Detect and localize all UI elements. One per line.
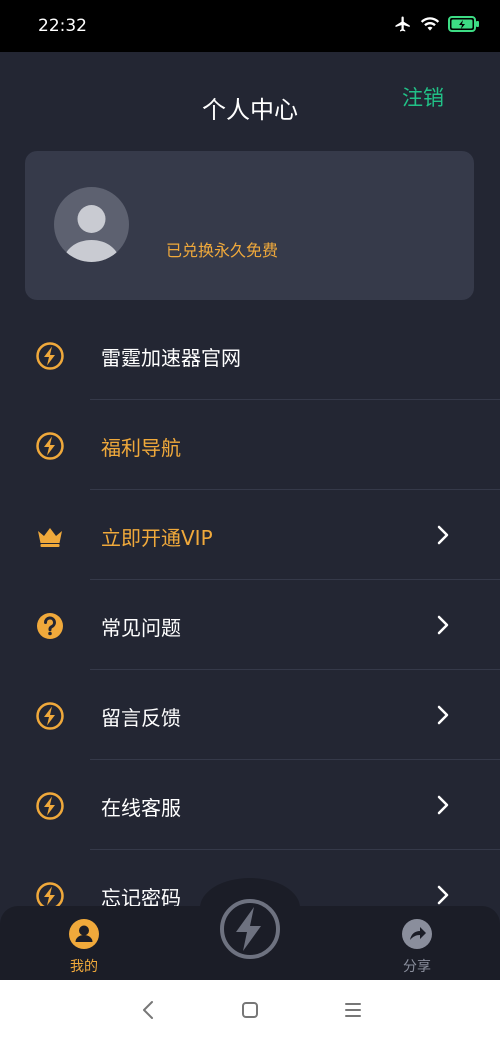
- menu-item-faq[interactable]: 常见问题: [0, 580, 500, 670]
- back-icon[interactable]: [137, 998, 161, 1022]
- chevron-right-icon: [436, 794, 450, 816]
- menu-item-customer-service[interactable]: 在线客服: [0, 760, 500, 850]
- tab-share[interactable]: 分享: [377, 914, 457, 980]
- header: 个人中心 注销: [0, 52, 500, 152]
- lightning-icon: [35, 431, 65, 461]
- wifi-icon: [420, 15, 440, 37]
- chevron-right-icon: [436, 524, 450, 546]
- system-nav-bar: [0, 980, 500, 1040]
- menu-item-label: 雷霆加速器官网: [101, 346, 241, 370]
- status-time: 22:32: [38, 16, 87, 36]
- lightning-icon: [35, 791, 65, 821]
- share-icon: [401, 918, 433, 950]
- lightning-icon: [35, 341, 65, 371]
- chevron-right-icon: [436, 704, 450, 726]
- menu-item-welfare-nav[interactable]: 福利导航: [0, 400, 500, 490]
- menu-item-official-site[interactable]: 雷霆加速器官网: [0, 310, 500, 400]
- menu-item-label: 在线客服: [101, 796, 181, 820]
- lightning-icon: [220, 899, 280, 959]
- home-icon[interactable]: [238, 998, 262, 1022]
- menu-item-vip[interactable]: 立即开通VIP: [0, 490, 500, 580]
- default-user-icon: [63, 205, 120, 262]
- avatar[interactable]: [54, 187, 129, 262]
- chevron-right-icon: [436, 884, 450, 906]
- status-icons: [394, 14, 480, 38]
- lightning-icon: [35, 701, 65, 731]
- tab-label: 我的: [70, 959, 98, 975]
- logout-button[interactable]: 注销: [402, 82, 444, 112]
- user-icon: [68, 918, 100, 950]
- status-bar: 22:32: [0, 0, 500, 52]
- battery-charging-icon: [448, 15, 480, 37]
- profile-card: 已兑换永久免费: [25, 151, 474, 300]
- menu-icon[interactable]: [341, 998, 365, 1022]
- menu-item-label: 常见问题: [101, 616, 181, 640]
- airplane-icon: [394, 15, 412, 37]
- membership-status: 已兑换永久免费: [166, 241, 279, 260]
- tab-mine[interactable]: 我的: [44, 914, 124, 980]
- center-accelerate-button[interactable]: [218, 897, 282, 961]
- menu-item-label: 立即开通VIP: [101, 526, 213, 550]
- tab-label: 分享: [403, 959, 431, 975]
- chevron-right-icon: [436, 614, 450, 636]
- menu-item-label: 福利导航: [101, 436, 181, 460]
- crown-icon: [35, 521, 65, 551]
- menu-item-label: 留言反馈: [101, 706, 181, 730]
- question-icon: [35, 611, 65, 641]
- menu-item-feedback[interactable]: 留言反馈: [0, 670, 500, 760]
